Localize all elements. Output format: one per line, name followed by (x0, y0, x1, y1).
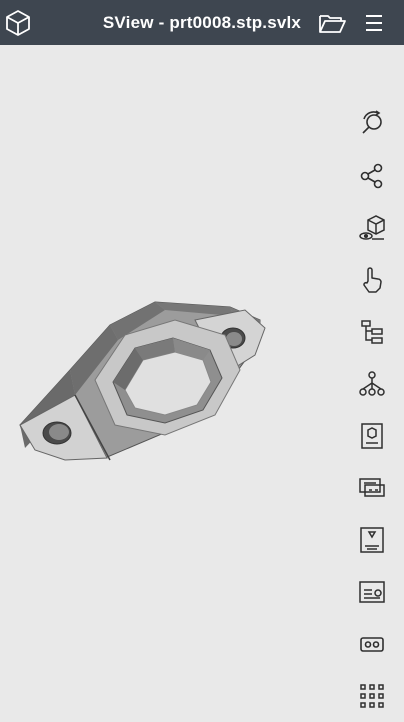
cube-icon[interactable] (3, 8, 33, 38)
hamburger-menu-icon[interactable] (359, 8, 389, 38)
vr-icon[interactable] (350, 618, 394, 670)
rotate-zoom-icon[interactable] (350, 98, 394, 150)
3d-print-icon[interactable] (350, 514, 394, 566)
folder-open-icon[interactable] (317, 8, 347, 38)
drawing-icon[interactable] (350, 566, 394, 618)
share-icon[interactable] (350, 150, 394, 202)
more-apps-icon[interactable] (350, 670, 394, 722)
3d-viewport[interactable] (0, 45, 404, 708)
assembly-icon[interactable] (350, 358, 394, 410)
properties-icon[interactable] (350, 410, 394, 462)
model-tree-icon[interactable] (350, 306, 394, 358)
view-cube-icon[interactable] (350, 202, 394, 254)
annotation-icon[interactable] (350, 462, 394, 514)
right-toolbar (350, 98, 394, 722)
hand-gesture-icon[interactable] (350, 254, 394, 306)
title-bar: SView - prt0008.stp.svlx (0, 0, 404, 45)
3d-model-flange[interactable] (15, 250, 285, 490)
